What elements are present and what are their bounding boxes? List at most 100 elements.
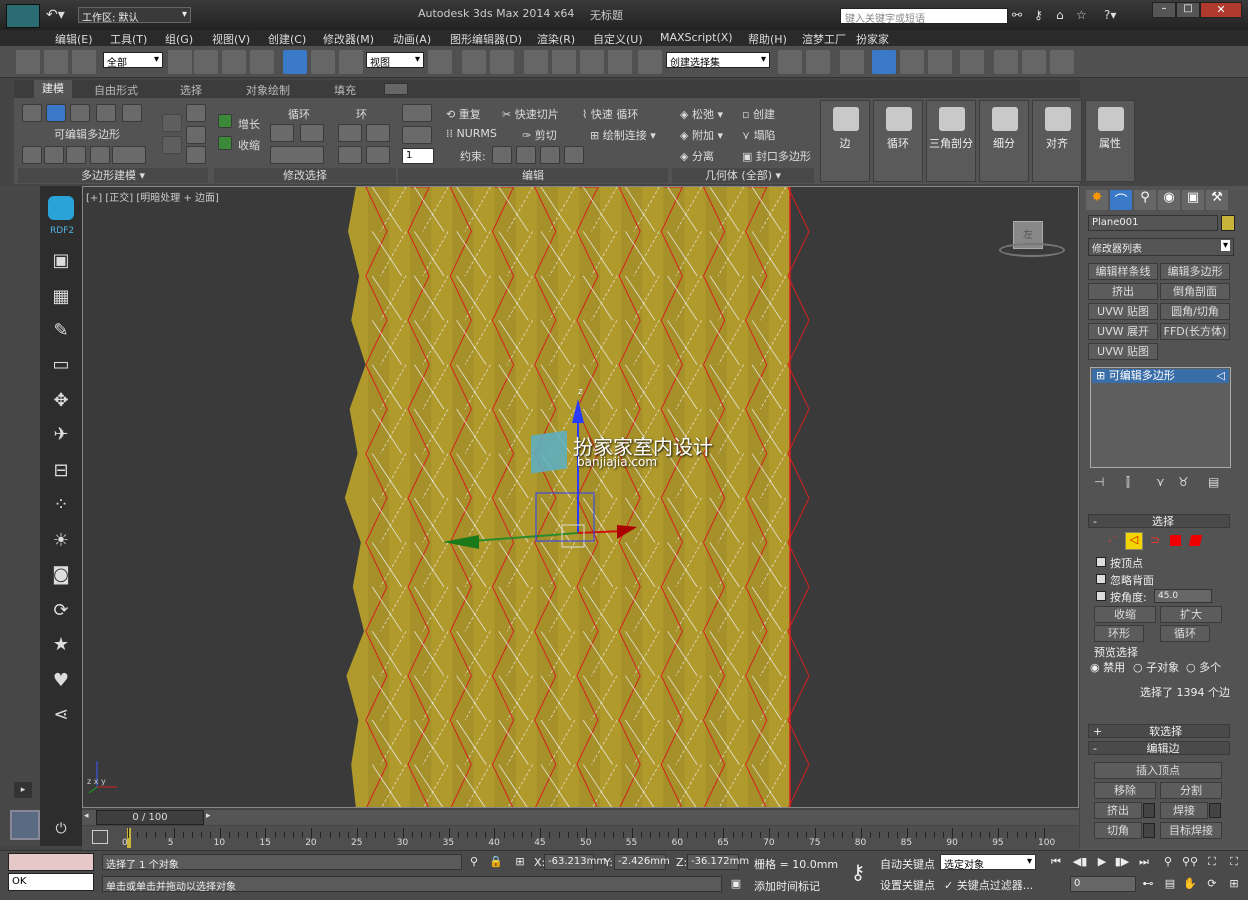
sel-edge-icon[interactable]: ◁	[1125, 532, 1143, 550]
create-tab-icon[interactable]: ✸	[1086, 190, 1108, 210]
selection-lock-icon[interactable]: 🔒	[488, 854, 504, 870]
mod-btn-edit-poly[interactable]: 编辑多边形	[1160, 263, 1230, 280]
select-by-name-icon[interactable]	[194, 50, 218, 74]
detach-label[interactable]: ◈ 分离	[680, 148, 714, 164]
ring-select2-icon[interactable]	[366, 146, 390, 164]
stack-item-editable-poly[interactable]: ⊞ 可编辑多边形 ◁	[1092, 369, 1229, 383]
shrink-label[interactable]: 收缩	[238, 137, 260, 153]
snap-toggle-icon[interactable]	[524, 50, 548, 74]
reference-coord-combo[interactable]: 视图 ▾	[366, 52, 424, 69]
weld-settings-icon[interactable]	[1209, 803, 1221, 818]
named-selection-combo[interactable]: 创建选择集 ▾	[666, 52, 770, 69]
selection-filter-combo[interactable]: 全部 ▾	[103, 52, 163, 69]
heart-icon[interactable]: ♥	[50, 670, 72, 692]
angle-snap-icon[interactable]	[552, 50, 576, 74]
selection-rollout-header[interactable]: - 选择	[1088, 514, 1230, 528]
chamfer-button[interactable]: 切角	[1094, 822, 1142, 839]
monitor-icon[interactable]: ▭	[50, 354, 72, 376]
rotate-icon[interactable]	[311, 50, 335, 74]
modifier-stack-icon[interactable]	[90, 146, 110, 164]
mod-btn-ffd-box[interactable]: FFD(长方体)	[1160, 323, 1230, 340]
properties-panel-button[interactable]: 属性	[1085, 100, 1135, 182]
search-field[interactable]: 键入关键字或短语	[840, 8, 1008, 25]
repeat-label[interactable]: ⟲ 重复	[446, 106, 481, 122]
border-mode-icon[interactable]	[70, 104, 90, 122]
time-next-arrow-icon[interactable]: ▸	[206, 811, 211, 821]
relax-label[interactable]: ◈ 松弛 ▾	[680, 106, 723, 122]
plane-mesh[interactable]	[83, 187, 1079, 808]
element-mode-icon[interactable]	[122, 104, 142, 122]
by-vertex-checkbox[interactable]	[1096, 557, 1106, 567]
constraint-grid-icon[interactable]	[402, 104, 432, 122]
isolate-selection-icon[interactable]: ⚲	[466, 854, 482, 870]
geometry-footer[interactable]: 几何体 (全部) ▾	[672, 168, 814, 183]
scale-icon[interactable]	[339, 50, 363, 74]
edge-panel-button[interactable]: 边	[820, 100, 870, 182]
time-slider-thumb[interactable]: 0 / 100	[96, 810, 204, 825]
menu-item-6[interactable]: 动画(A)	[393, 31, 431, 47]
keyboard-shortcut-icon[interactable]	[490, 50, 514, 74]
ribbon-options-icon[interactable]	[384, 83, 408, 95]
soft-selection-rollout-header[interactable]: + 软选择	[1088, 724, 1230, 738]
polygon-modeling-footer[interactable]: 多边形建模 ▾	[18, 168, 208, 183]
object-color-swatch[interactable]	[1221, 215, 1235, 231]
tab-object-paint[interactable]: 对象绘制	[246, 82, 290, 98]
remove-modifier-icon[interactable]: ♉	[1178, 475, 1189, 489]
mod-btn-bevel-profile[interactable]: 倒角剖面	[1160, 283, 1230, 300]
material-editor-icon[interactable]	[960, 50, 984, 74]
favorites-icon[interactable]: ☆	[1076, 8, 1087, 22]
select-object-icon[interactable]	[168, 50, 192, 74]
ring-label[interactable]: 环	[356, 106, 367, 122]
sel-element-icon[interactable]	[1188, 535, 1203, 546]
key-filters-button[interactable]: ✓ 关键点过滤器...	[944, 877, 1033, 893]
display-tab-icon[interactable]: ▣	[1182, 190, 1204, 210]
auto-key-button[interactable]: 自动关键点	[880, 856, 935, 872]
constraint-options-icon[interactable]	[402, 126, 432, 144]
render-production-icon[interactable]	[1050, 50, 1074, 74]
inbox-icon[interactable]: ⊟	[50, 460, 72, 482]
select-manipulate-icon[interactable]	[462, 50, 486, 74]
loop-label[interactable]: 循环	[288, 106, 310, 122]
attach-label[interactable]: ◈ 附加 ▾	[680, 127, 723, 143]
subdivision-panel-button[interactable]: 细分	[979, 100, 1029, 182]
collapse-stack-icon[interactable]	[162, 114, 182, 132]
extrude-settings-icon[interactable]	[1143, 803, 1155, 818]
align-icon[interactable]	[806, 50, 830, 74]
modifier-list-combo[interactable]: 修改器列表 ▾	[1088, 238, 1234, 256]
camera-icon[interactable]: ◙	[50, 564, 72, 586]
tab-modeling[interactable]: 建模	[34, 80, 72, 98]
polygon-mode-icon[interactable]	[96, 104, 116, 122]
modify-tab-icon[interactable]: ⌒	[1110, 190, 1132, 210]
grow-button[interactable]: 扩大	[1160, 606, 1222, 623]
render-setup-icon[interactable]	[994, 50, 1018, 74]
selection-region-icon[interactable]	[222, 50, 246, 74]
rendered-frame-icon[interactable]	[1022, 50, 1046, 74]
goto-end-icon[interactable]: ⏭	[1136, 854, 1152, 870]
loop-button[interactable]: 循环	[1160, 625, 1210, 642]
extrude-button[interactable]: 挤出	[1094, 802, 1142, 819]
play-icon[interactable]: ▶	[1094, 854, 1110, 870]
viewport-label-plus[interactable]: [+]	[86, 193, 102, 204]
nurms-label[interactable]: ⁞⁞ NURMS	[446, 127, 497, 140]
tris-panel-button[interactable]: 三角剖分	[926, 100, 976, 182]
constraint-edge-icon[interactable]	[516, 146, 536, 164]
sun-icon[interactable]: ☀	[50, 530, 72, 552]
maxscript-listener-input[interactable]	[8, 853, 94, 871]
angle-spinner[interactable]: 45.0	[1154, 589, 1212, 603]
orbit-icon[interactable]: ⟳	[1204, 876, 1220, 892]
plane-icon[interactable]: ✈	[50, 424, 72, 446]
menu-item-11[interactable]: 帮助(H)	[748, 31, 787, 47]
menu-item-2[interactable]: 组(G)	[165, 31, 193, 47]
show-cage-icon[interactable]	[44, 146, 64, 164]
maximize-icon[interactable]: □	[1176, 2, 1200, 18]
zoom-extents-all-icon[interactable]: ⛶	[1226, 854, 1242, 870]
make-unique-icon[interactable]: ⋎	[1156, 475, 1165, 489]
app-logo-icon[interactable]	[6, 4, 40, 28]
time-prev-arrow-icon[interactable]: ◂	[84, 811, 89, 821]
ring-select-icon[interactable]	[338, 146, 362, 164]
mirror-icon[interactable]	[778, 50, 802, 74]
workspace-combo[interactable]: 工作区: 默认 ▾	[78, 7, 191, 24]
constraint-none-icon[interactable]	[492, 146, 512, 164]
split-button[interactable]: 分割	[1160, 782, 1222, 799]
spinner-snap-icon[interactable]	[608, 50, 632, 74]
